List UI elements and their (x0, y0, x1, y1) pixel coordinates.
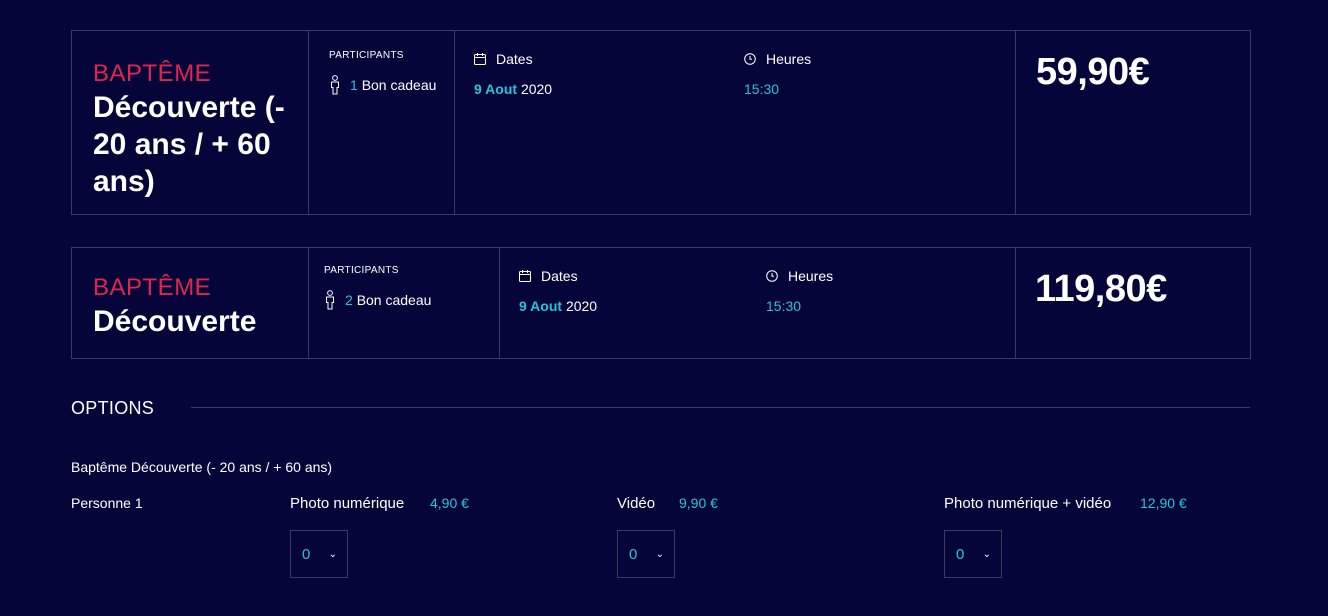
price-section: 59,90€ (1016, 31, 1250, 214)
booking-card: BAPTÊME Découverte (- 20 ans / + 60 ans)… (71, 30, 1251, 215)
hours-field: Heures 15:30 (766, 268, 833, 314)
participants-row: 2 Bon cadeau (324, 290, 499, 310)
price: 59,90€ (1036, 51, 1150, 93)
participant-type: Bon cadeau (356, 292, 432, 308)
participants-section: PARTICIPANTS 2 Bon cadeau (309, 248, 500, 358)
option-photo-video-quantity-select[interactable]: 0 ⌄ (944, 530, 1002, 578)
quantity-value: 0 (629, 545, 638, 563)
dates-label: Dates (496, 51, 533, 67)
hours-label: Heures (766, 51, 812, 67)
participants-row: 1 Bon cadeau (329, 75, 454, 95)
options-title: OPTIONS (71, 398, 155, 418)
calendar-icon (474, 53, 486, 65)
hour-value: 15:30 (766, 298, 802, 314)
product-kind: BAPTÊME (93, 274, 212, 301)
date-year: 2020 (520, 81, 553, 97)
participants-label: PARTICIPANTS (329, 50, 404, 61)
participants-label: PARTICIPANTS (324, 265, 399, 276)
hours-label: Heures (788, 268, 834, 284)
person-icon (326, 290, 334, 310)
option-photo-price: 4,90 € (430, 495, 469, 511)
product-name: Découverte (93, 305, 257, 338)
quantity-value: 0 (302, 545, 311, 563)
options-divider (191, 407, 1250, 408)
option-video-quantity-select[interactable]: 0 ⌄ (617, 530, 675, 578)
participant-count: 1 (350, 77, 358, 93)
product-title: BAPTÊME Découverte (72, 248, 309, 358)
schedule-section: Dates 9 Aout 2020 Heures 15:30 (455, 31, 1016, 214)
chevron-down-icon: ⌄ (655, 548, 664, 560)
booking-card: BAPTÊME Découverte PARTICIPANTS 2 Bon ca… (71, 247, 1251, 359)
option-video-price: 9,90 € (679, 495, 718, 511)
option-photo-video-label: Photo numérique + vidéo (944, 495, 1112, 512)
dates-field: Dates 9 Aout 2020 (519, 268, 597, 314)
hours-field: Heures 15:30 (744, 51, 811, 97)
participant-type: Bon cadeau (361, 77, 437, 93)
option-video-label: Vidéo (617, 495, 656, 512)
date-year: 2020 (565, 298, 598, 314)
option-photo-quantity-select[interactable]: 0 ⌄ (290, 530, 348, 578)
date-value: 9 Aout 2020 (519, 298, 597, 314)
dates-field: Dates 9 Aout 2020 (474, 51, 552, 97)
date-day-month: 9 Aout (519, 298, 563, 314)
clock-icon (766, 270, 778, 282)
date-day-month: 9 Aout (474, 81, 518, 97)
participant-count: 2 (345, 292, 353, 308)
quantity-value: 0 (956, 545, 965, 563)
clock-icon (744, 53, 756, 65)
chevron-down-icon: ⌄ (982, 548, 991, 560)
options-person: Personne 1 (71, 495, 143, 511)
calendar-icon (519, 270, 531, 282)
chevron-down-icon: ⌄ (328, 548, 337, 560)
options-product: Baptême Découverte (- 20 ans / + 60 ans) (71, 459, 333, 475)
product-title: BAPTÊME Découverte (- 20 ans / + 60 ans) (72, 31, 309, 214)
product-kind: BAPTÊME (93, 60, 212, 87)
price-section: 119,80€ (1016, 248, 1250, 358)
option-photo-label: Photo numérique (290, 495, 405, 512)
product-name: Découverte (- 20 ans / + 60 ans) (93, 91, 285, 198)
dates-label: Dates (541, 268, 578, 284)
person-icon (331, 75, 339, 95)
hour-value: 15:30 (744, 81, 780, 97)
participants-section: PARTICIPANTS 1 Bon cadeau (309, 31, 455, 214)
schedule-section: Dates 9 Aout 2020 Heures 15:30 (500, 248, 1016, 358)
date-value: 9 Aout 2020 (474, 81, 552, 97)
option-photo-video-price: 12,90 € (1140, 495, 1187, 511)
price: 119,80€ (1035, 268, 1167, 310)
